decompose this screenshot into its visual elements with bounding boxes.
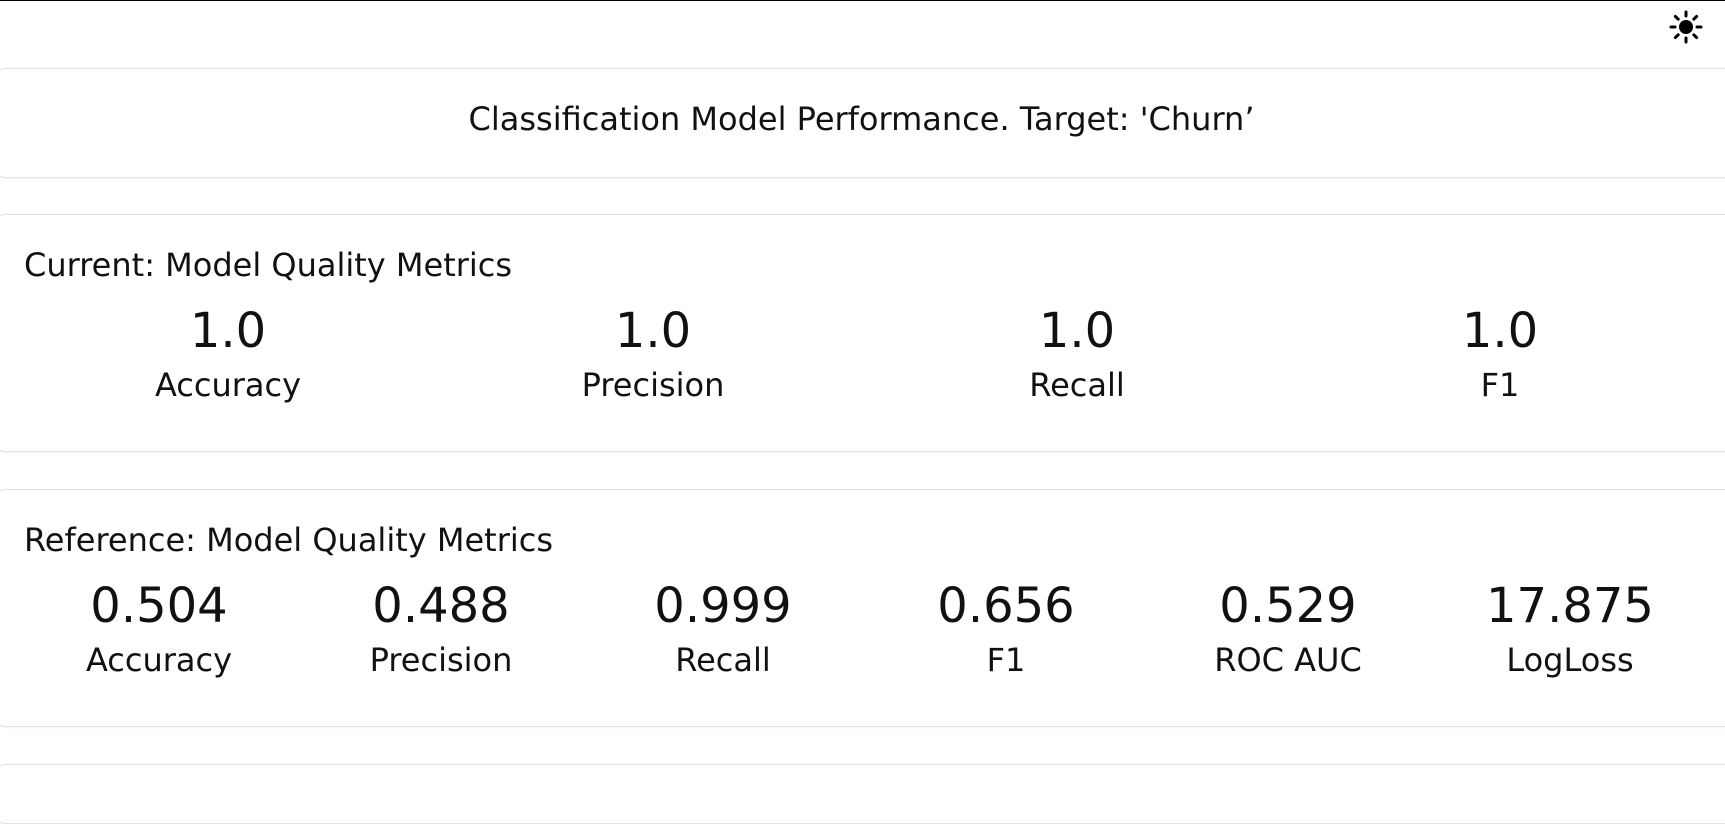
current-metrics-card: Current: Model Quality Metrics 1.0 Accur… <box>0 214 1725 452</box>
reference-metrics-card: Reference: Model Quality Metrics 0.504 A… <box>0 489 1725 727</box>
top-rule <box>0 0 1725 1</box>
reference-logloss-metric: 17.875 LogLoss <box>1440 578 1700 680</box>
metric-label: LogLoss <box>1506 641 1634 679</box>
metric-label: ROC AUC <box>1214 641 1362 679</box>
metric-value: 0.999 <box>654 578 792 634</box>
current-accuracy-metric: 1.0 Accuracy <box>98 303 358 405</box>
metric-value: 1.0 <box>1038 303 1116 359</box>
metric-label: Precision <box>369 641 513 679</box>
current-metrics-title: Current: Model Quality Metrics <box>24 246 513 284</box>
metric-value: 0.529 <box>1219 578 1357 634</box>
reference-recall-metric: 0.999 Recall <box>593 578 853 680</box>
metric-value: 1.0 <box>189 303 267 359</box>
reference-precision-metric: 0.488 Precision <box>311 578 571 680</box>
metric-value: 0.504 <box>90 578 228 634</box>
metric-label: Precision <box>581 366 725 404</box>
metric-value: 0.488 <box>372 578 510 634</box>
current-precision-metric: 1.0 Precision <box>523 303 783 405</box>
metric-value: 1.0 <box>1461 303 1539 359</box>
metric-value: 0.656 <box>937 578 1075 634</box>
current-recall-metric: 1.0 Recall <box>947 303 1207 405</box>
reference-accuracy-metric: 0.504 Accuracy <box>29 578 289 680</box>
sun-icon <box>1669 10 1703 44</box>
reference-metrics-title: Reference: Model Quality Metrics <box>24 521 554 559</box>
reference-roc-auc-metric: 0.529 ROC AUC <box>1158 578 1418 680</box>
current-f1-metric: 1.0 F1 <box>1370 303 1630 405</box>
report-header-card: Classification Model Performance. Target… <box>0 68 1725 178</box>
metric-label: Accuracy <box>85 641 233 679</box>
theme-toggle-button[interactable] <box>1669 10 1703 44</box>
metric-label: Accuracy <box>154 366 302 404</box>
next-section-card <box>0 764 1725 824</box>
page-title: Classification Model Performance. Target… <box>468 100 1255 138</box>
reference-f1-metric: 0.656 F1 <box>876 578 1136 680</box>
metric-label: F1 <box>986 641 1026 679</box>
metric-label: F1 <box>1480 366 1520 404</box>
metric-label: Recall <box>1029 366 1125 404</box>
metric-value: 1.0 <box>614 303 692 359</box>
metric-value: 17.875 <box>1486 578 1654 634</box>
metric-label: Recall <box>675 641 771 679</box>
